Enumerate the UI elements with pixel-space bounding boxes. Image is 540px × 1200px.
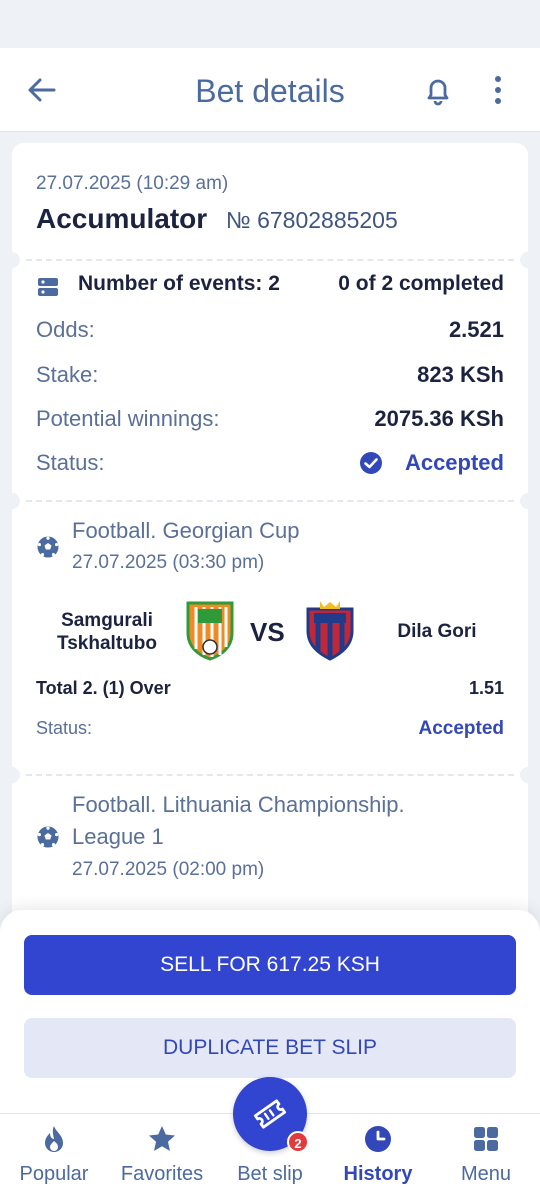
nav-label: Menu bbox=[460, 1163, 512, 1185]
team-away: Dila Gori bbox=[397, 621, 477, 642]
event-status-label: Status: bbox=[36, 718, 93, 738]
nav-item-popular[interactable]: Popular bbox=[0, 1114, 108, 1200]
card-notch bbox=[520, 252, 528, 268]
events-list-icon bbox=[38, 278, 58, 296]
team-home-logo-icon bbox=[186, 601, 234, 661]
bet-slip-count-badge: 2 bbox=[287, 1131, 309, 1153]
divider bbox=[26, 500, 514, 502]
football-icon bbox=[37, 536, 59, 558]
sell-button[interactable]: SELL FOR 617.25 KSH bbox=[24, 935, 516, 995]
status-label: Status: bbox=[36, 450, 105, 475]
card-notch bbox=[12, 493, 20, 509]
event-league: Football. Georgian Cup bbox=[72, 518, 300, 543]
nav-item-menu[interactable]: Menu bbox=[432, 1114, 540, 1200]
stake-value: 823 KSh bbox=[417, 362, 504, 387]
bet-date: 27.07.2025 (10:29 am) bbox=[36, 173, 229, 194]
card-notch bbox=[520, 767, 528, 783]
bet-details-card: 27.07.2025 (10:29 am) Accumulator № 6780… bbox=[12, 143, 528, 933]
team-home: Samgurali Tskhaltubo bbox=[57, 610, 157, 654]
star-icon bbox=[149, 1126, 175, 1151]
event-status-value: Accepted bbox=[418, 718, 504, 739]
page-title: Bet details bbox=[195, 73, 345, 109]
divider bbox=[26, 259, 514, 261]
events-completed: 0 of 2 completed bbox=[338, 272, 504, 295]
top-app-bar: Bet details bbox=[0, 48, 540, 132]
winnings-value: 2075.36 KSh bbox=[374, 406, 504, 431]
check-circle-icon bbox=[360, 452, 382, 474]
winnings-row: Potential winnings: 2075.36 KSh bbox=[36, 406, 504, 436]
football-icon bbox=[37, 826, 59, 848]
duplicate-bet-slip-button[interactable]: DUPLICATE BET SLIP bbox=[24, 1018, 516, 1078]
clock-icon bbox=[365, 1126, 391, 1152]
bet-type: Accumulator bbox=[36, 203, 208, 234]
stake-label: Stake: bbox=[36, 362, 99, 387]
more-vertical-icon[interactable] bbox=[484, 72, 512, 108]
stake-row: Stake: 823 KSh bbox=[36, 362, 504, 392]
winnings-label: Potential winnings: bbox=[36, 406, 220, 431]
nav-label: History bbox=[343, 1163, 413, 1185]
flame-icon bbox=[45, 1126, 63, 1152]
nav-label: Bet slip bbox=[237, 1163, 303, 1185]
event-date: 27.07.2025 (02:00 pm) bbox=[72, 859, 265, 880]
odds-row: Odds: 2.521 bbox=[36, 317, 504, 347]
status-bar bbox=[0, 0, 540, 48]
events-count: Number of events: 2 bbox=[78, 272, 280, 295]
event-market: Total 2. (1) Over bbox=[36, 678, 171, 698]
event-coefficient: 1.51 bbox=[468, 678, 504, 698]
status-value: Accepted bbox=[404, 450, 504, 475]
grid-icon bbox=[474, 1127, 498, 1151]
bell-icon[interactable] bbox=[420, 72, 456, 108]
team-away-logo-icon bbox=[306, 601, 354, 661]
event-league-line2: League 1 bbox=[72, 824, 164, 849]
divider bbox=[26, 774, 514, 776]
bet-number: № 67802885205 bbox=[226, 207, 398, 233]
ticket-icon bbox=[253, 1099, 287, 1129]
status-row: Status: Accepted bbox=[36, 450, 504, 480]
nav-label: Favorites bbox=[120, 1163, 204, 1185]
nav-item-history[interactable]: History bbox=[324, 1114, 432, 1200]
nav-item-favorites[interactable]: Favorites bbox=[108, 1114, 216, 1200]
event-league: Football. Lithuania Championship. bbox=[72, 792, 405, 817]
card-notch bbox=[520, 493, 528, 509]
odds-label: Odds: bbox=[36, 317, 95, 342]
card-notch bbox=[12, 767, 20, 783]
vs-label: VS bbox=[250, 617, 285, 647]
card-notch bbox=[12, 252, 20, 268]
odds-value: 2.521 bbox=[448, 317, 504, 342]
event-date: 27.07.2025 (03:30 pm) bbox=[72, 552, 265, 573]
nav-label: Popular bbox=[19, 1163, 89, 1185]
